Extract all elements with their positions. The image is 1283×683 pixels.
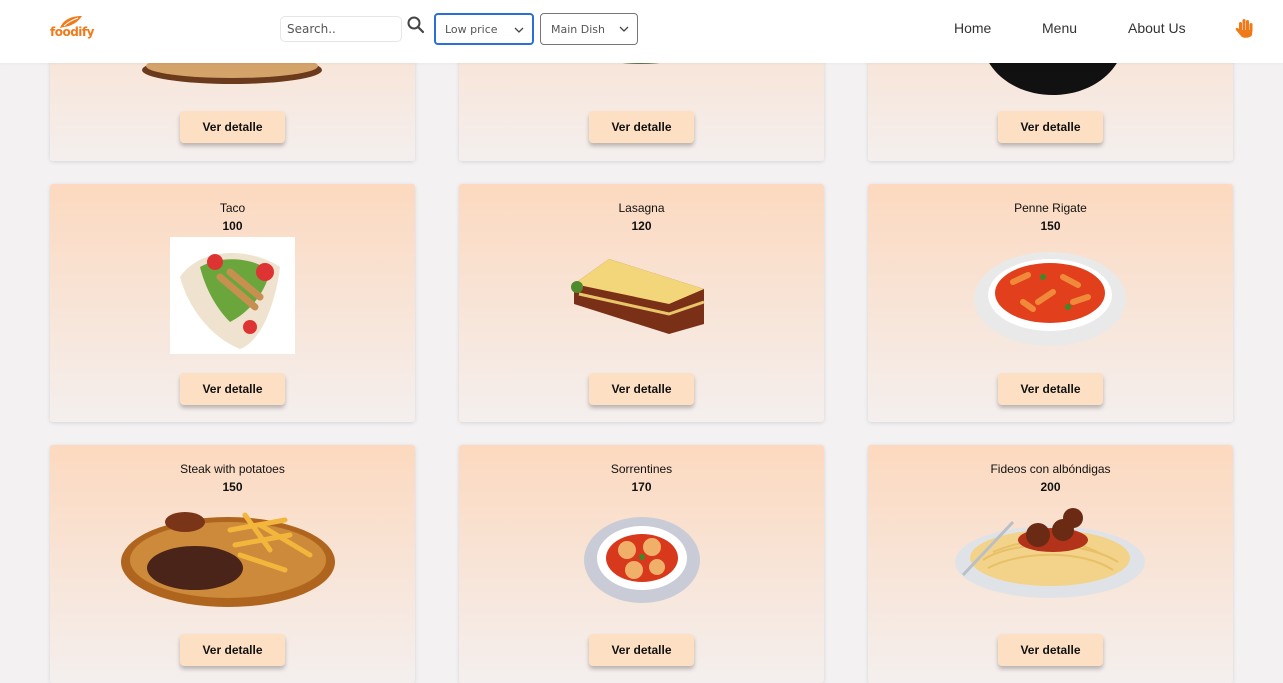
user-menu-button[interactable] bbox=[1235, 18, 1255, 44]
ver-detalle-button[interactable]: Ver detalle bbox=[998, 373, 1103, 405]
nav-about-link[interactable]: About Us bbox=[1128, 20, 1186, 36]
product-price: 170 bbox=[631, 480, 652, 494]
product-name: Lasagna bbox=[618, 201, 665, 215]
hand-icon bbox=[1235, 19, 1253, 38]
product-price: 120 bbox=[631, 219, 652, 233]
penne-image bbox=[974, 252, 1126, 346]
sorrentines-image bbox=[584, 517, 700, 603]
product-price: 150 bbox=[1040, 219, 1061, 233]
product-name: Steak with potatoes bbox=[180, 462, 285, 476]
chevron-down-icon bbox=[514, 27, 524, 33]
product-name: Penne Rigate bbox=[1014, 201, 1087, 215]
product-name: Fideos con albóndigas bbox=[990, 462, 1111, 476]
lasagna-image bbox=[571, 259, 705, 334]
ver-detalle-button[interactable]: Ver detalle bbox=[589, 111, 694, 143]
product-card: Penne Rigate 150 Ver detalle bbox=[868, 184, 1233, 422]
nav-menu-link[interactable]: Menu bbox=[1042, 20, 1077, 36]
category-value: Main Dish bbox=[551, 22, 605, 36]
taco-image bbox=[170, 237, 295, 354]
navbar: foodify Low price Main Dish Home Menu Ab… bbox=[0, 0, 1283, 63]
search-button[interactable] bbox=[406, 15, 430, 39]
search-input[interactable] bbox=[281, 17, 401, 41]
ver-detalle-button[interactable]: Ver detalle bbox=[180, 111, 285, 143]
product-name: Taco bbox=[219, 201, 246, 215]
logo[interactable]: foodify bbox=[48, 14, 94, 42]
price-sort-select[interactable]: Low price bbox=[434, 13, 534, 45]
logo-text: foodify bbox=[50, 25, 94, 39]
ver-detalle-button[interactable]: Ver detalle bbox=[180, 634, 285, 666]
steak-image bbox=[121, 512, 335, 607]
product-card: Fideos con albóndigas 200 Ver detalle bbox=[868, 445, 1233, 683]
category-select[interactable]: Main Dish bbox=[540, 13, 638, 45]
product-card: Steak with potatoes 150 Ver detalle bbox=[50, 445, 415, 683]
product-price: 100 bbox=[222, 219, 243, 233]
product-card: Sorrentines 170 Ver detalle bbox=[459, 445, 824, 683]
nav-home-link[interactable]: Home bbox=[954, 20, 991, 36]
product-card: Lasagna 120 Ver detalle bbox=[459, 184, 824, 422]
product-price: 200 bbox=[1040, 480, 1061, 494]
ver-detalle-button[interactable]: Ver detalle bbox=[998, 111, 1103, 143]
price-sort-value: Low price bbox=[445, 22, 498, 36]
search-icon bbox=[407, 16, 425, 34]
spaghetti-meatballs-image bbox=[955, 508, 1145, 598]
product-price: 150 bbox=[222, 480, 243, 494]
product-name: Sorrentines bbox=[610, 462, 673, 476]
ver-detalle-button[interactable]: Ver detalle bbox=[589, 634, 694, 666]
ver-detalle-button[interactable]: Ver detalle bbox=[998, 634, 1103, 666]
product-card: Taco 100 Ver detalle bbox=[50, 184, 415, 422]
ver-detalle-button[interactable]: Ver detalle bbox=[589, 373, 694, 405]
chevron-down-icon bbox=[619, 26, 629, 32]
ver-detalle-button[interactable]: Ver detalle bbox=[180, 373, 285, 405]
